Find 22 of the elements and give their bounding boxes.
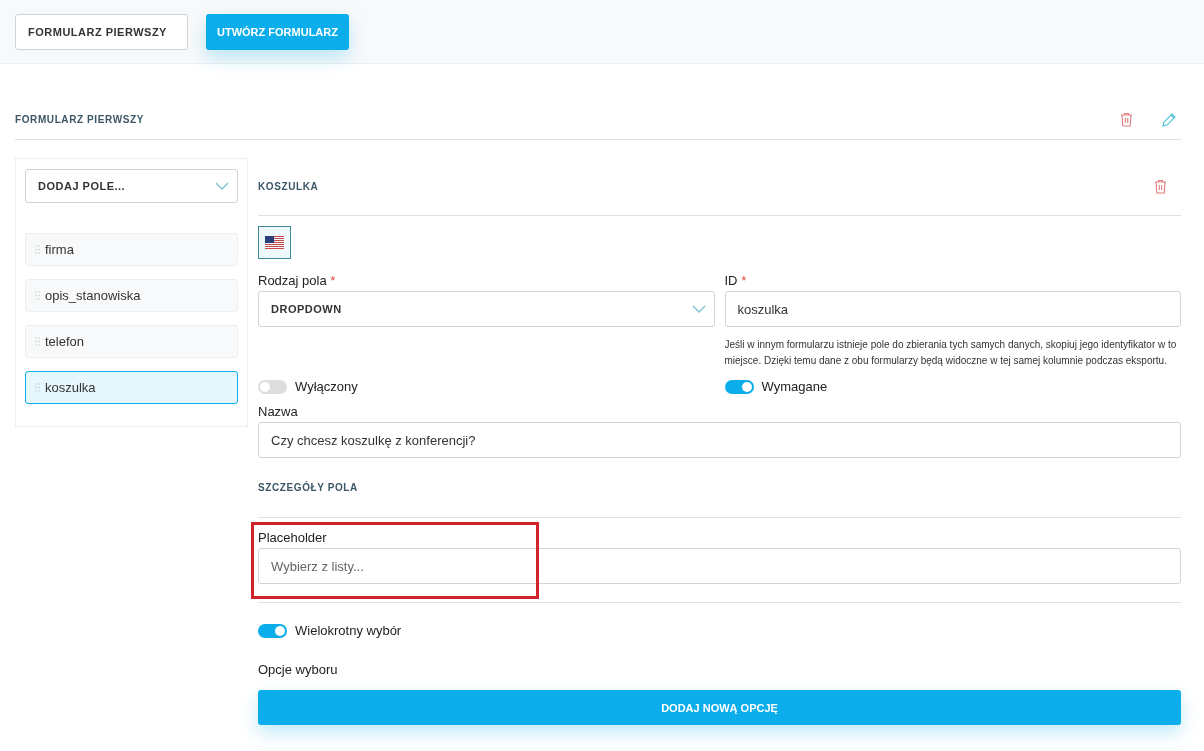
toggle-label: Wymagane <box>761 379 828 394</box>
add-field-select[interactable]: DODAJ POLE... <box>25 169 238 203</box>
placeholder-input[interactable]: Wybierz z listy... <box>258 548 1181 584</box>
field-title: KOSZULKA <box>258 181 319 192</box>
toggle-label: Wielokrotny wybór <box>295 623 402 638</box>
name-input[interactable]: Czy chcesz koszulkę z konferencji? <box>258 422 1181 458</box>
field-label: Opcje wyboru <box>258 662 339 677</box>
form-select[interactable]: FORMULARZ PIERWSZY <box>15 13 188 50</box>
help-text: Jeśli w innym formularzu istnieje pole do zbierania tych samych danych, skopiuj jego identyfikator w to miejsce. Dzięki temu dane z obu formularzy będą widoczne w tej samej kolumnie podczas eksportu. <box>724 338 1178 368</box>
form-title: FORMULARZ PIERWSZY <box>15 114 144 125</box>
field-label: Placeholder <box>258 530 328 545</box>
field-label: ID * <box>724 273 748 288</box>
field-label: Rodzaj pola * <box>258 273 337 288</box>
section-title: SZCZEGÓŁY POLA <box>258 482 358 493</box>
field-list-item[interactable]: telefon <box>25 324 238 358</box>
field-label: Nazwa <box>258 404 299 419</box>
toggle-label: Wyłączony <box>295 379 358 394</box>
field-type-select[interactable]: DROPDOWN <box>258 291 715 327</box>
id-input[interactable]: koszulka <box>724 291 1181 327</box>
field-list-item[interactable]: firma <box>25 232 238 266</box>
field-list-item[interactable]: opis_stanowiska <box>25 278 238 312</box>
field-list-item[interactable]: koszulka <box>25 370 238 404</box>
